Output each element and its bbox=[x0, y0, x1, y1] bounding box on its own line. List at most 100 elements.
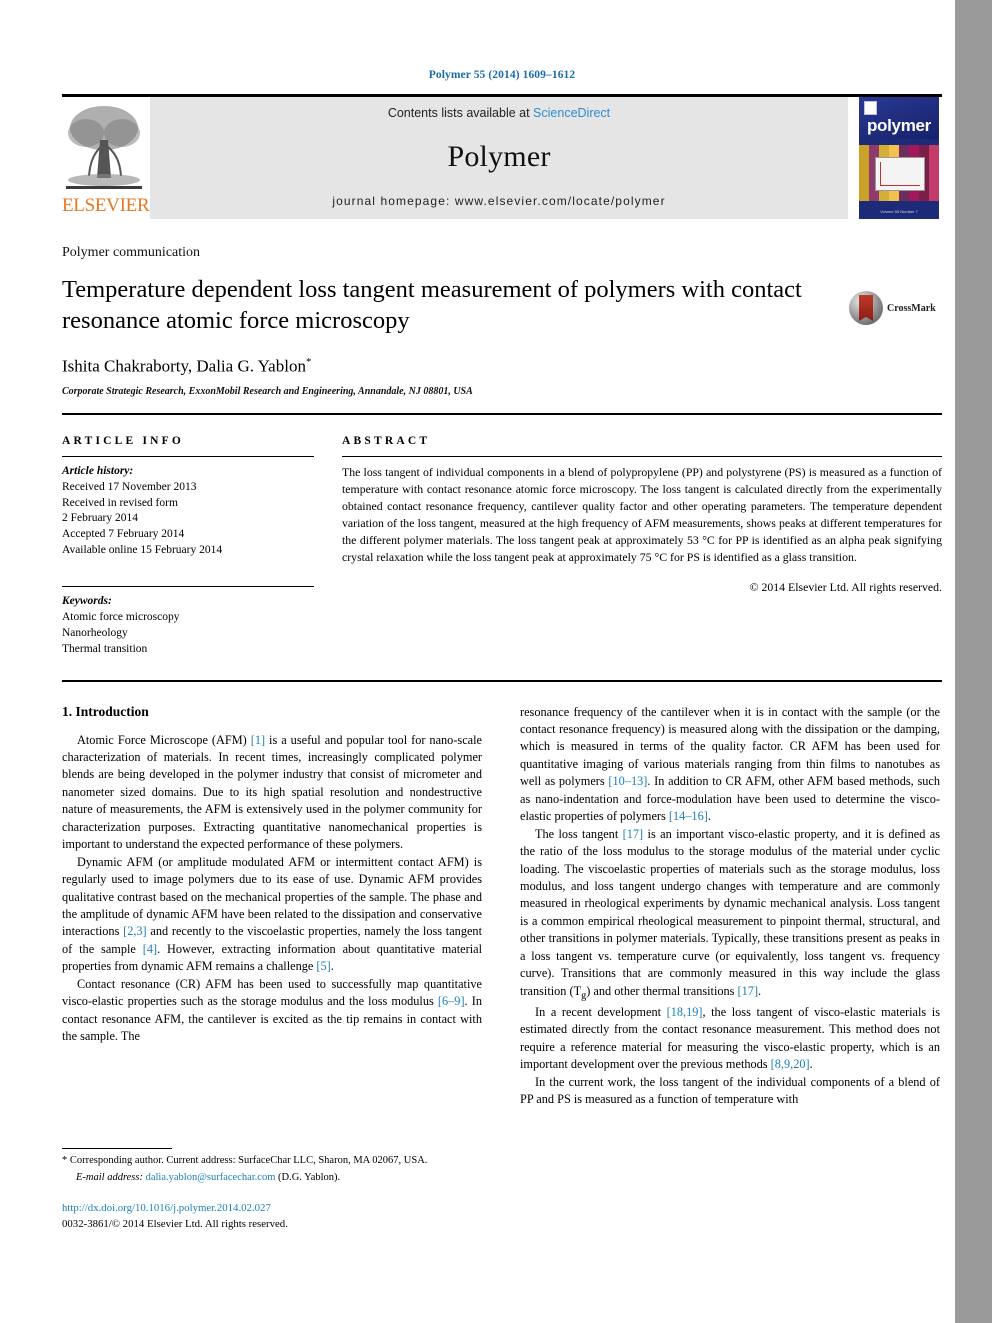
email-note: E-mail address: dalia.yablon@surfacechar… bbox=[62, 1171, 482, 1186]
keywords-rule bbox=[62, 586, 314, 588]
text-run: In the current work, the loss tangent of… bbox=[520, 1074, 940, 1107]
text-run: . bbox=[809, 1057, 813, 1072]
crossmark-icon bbox=[849, 291, 883, 325]
masthead-center: Contents lists available at ScienceDirec… bbox=[150, 97, 848, 219]
body-column-left: 1. Introduction Atomic Force Microscope … bbox=[62, 704, 482, 1109]
history-item: Received in revised form bbox=[62, 496, 178, 509]
footnote-area: * Corresponding author. Current address:… bbox=[62, 1148, 482, 1233]
text-run: is a useful and popular tool for nano-sc… bbox=[62, 732, 482, 852]
history-item: Accepted 7 February 2014 bbox=[62, 528, 185, 541]
article-info-heading: ARTICLE INFO bbox=[62, 434, 185, 447]
cover-art: polymer Volume 55 Number 7 bbox=[859, 97, 939, 219]
citation-link[interactable]: [1] bbox=[251, 733, 265, 747]
author-list: Ishita Chakraborty, Dalia G. Yablon* bbox=[62, 356, 942, 377]
keyword-item: Atomic force microscopy bbox=[62, 610, 180, 623]
keyword-item: Thermal transition bbox=[62, 642, 148, 655]
journal-cover-thumbnail: polymer Volume 55 Number 7 bbox=[854, 97, 942, 219]
citation-link[interactable]: [8,9,20] bbox=[771, 1057, 810, 1071]
journal-homepage-line[interactable]: journal homepage: www.elsevier.com/locat… bbox=[332, 194, 665, 208]
page-title: Temperature dependent loss tangent measu… bbox=[62, 276, 802, 334]
abstract-bottom-rule bbox=[62, 679, 942, 682]
citation-link[interactable]: [17] bbox=[623, 827, 644, 841]
author-names: Ishita Chakraborty, Dalia G. Yablon bbox=[62, 356, 306, 376]
journal-masthead: ELSEVIER Contents lists available at Sci… bbox=[62, 97, 942, 219]
abstract-heading: ABSTRACT bbox=[342, 434, 431, 447]
text-run: Atomic Force Microscope (AFM) bbox=[77, 732, 251, 747]
affiliation: Corporate Strategic Research, ExxonMobil… bbox=[62, 385, 473, 397]
page-content: Polymer 55 (2014) 1609–1612 ELSEVIER Con… bbox=[62, 0, 942, 1108]
running-head: Polymer 55 (2014) 1609–1612 bbox=[428, 69, 576, 81]
article-info-column: ARTICLE INFO Article history: Received 1… bbox=[62, 435, 314, 658]
doi-link[interactable]: http://dx.doi.org/10.1016/j.polymer.2014… bbox=[62, 1201, 482, 1217]
corresponding-author-marker: * bbox=[305, 356, 312, 369]
issn-copyright-line: 0032-3861/© 2014 Elsevier Ltd. All right… bbox=[62, 1218, 288, 1231]
abstract-copyright: © 2014 Elsevier Ltd. All rights reserved… bbox=[749, 579, 942, 594]
body-paragraph: Atomic Force Microscope (AFM) [1] is a u… bbox=[62, 732, 482, 854]
body-paragraph: The loss tangent [17] is an important vi… bbox=[520, 826, 940, 1004]
article-history-label: Article history: bbox=[62, 464, 134, 477]
body-paragraph: Contact resonance (CR) AFM has been used… bbox=[62, 976, 482, 1046]
history-item: Received 17 November 2013 bbox=[62, 480, 197, 493]
text-run: ) and other thermal transitions bbox=[586, 983, 738, 998]
text-run: . bbox=[707, 809, 711, 824]
email-label: E-mail address: bbox=[76, 1171, 143, 1183]
citation-link[interactable]: [18,19] bbox=[667, 1005, 703, 1019]
citation-link[interactable]: [4] bbox=[143, 942, 157, 956]
cover-figure-inset bbox=[875, 157, 925, 191]
footnote-rule bbox=[62, 1148, 172, 1149]
corresponding-text: Corresponding author. Current address: S… bbox=[67, 1155, 428, 1166]
section-heading-introduction: 1. Introduction bbox=[62, 703, 149, 719]
body-paragraph: resonance frequency of the cantilever wh… bbox=[520, 704, 940, 826]
crossmark-book-icon bbox=[859, 295, 873, 321]
corresponding-author-note: * Corresponding author. Current address:… bbox=[62, 1154, 482, 1169]
body-paragraph: Dynamic AFM (or amplitude modulated AFM … bbox=[62, 854, 482, 976]
cover-footer-text: Volume 55 Number 7 bbox=[880, 209, 918, 214]
text-run: is an important visco-elastic property, … bbox=[520, 826, 941, 998]
citation-link[interactable]: [5] bbox=[316, 959, 330, 973]
email-owner: (D.G. Yablon). bbox=[278, 1171, 341, 1183]
citation-link[interactable]: [10–13] bbox=[608, 774, 647, 788]
text-run: In a recent development bbox=[535, 1004, 667, 1019]
abstract-column: ABSTRACT The loss tangent of individual … bbox=[342, 435, 942, 658]
text-run: . bbox=[758, 983, 762, 998]
history-item: 2 February 2014 bbox=[62, 512, 139, 525]
body-column-right: resonance frequency of the cantilever wh… bbox=[520, 704, 940, 1109]
article-section-type: Polymer communication bbox=[62, 245, 201, 260]
body-columns: 1. Introduction Atomic Force Microscope … bbox=[62, 704, 942, 1109]
elsevier-tree-icon bbox=[64, 100, 144, 192]
crossmark-label: CrossMark bbox=[887, 302, 936, 314]
keywords-block: Keywords: Atomic force microscopy Nanorh… bbox=[62, 594, 314, 657]
citation-link[interactable]: [17] bbox=[738, 984, 759, 998]
citation-link[interactable]: [6–9] bbox=[438, 994, 465, 1008]
contents-available-line: Contents lists available at ScienceDirec… bbox=[388, 106, 610, 120]
history-item: Available online 15 February 2014 bbox=[62, 544, 223, 557]
cover-corner-mark bbox=[864, 101, 877, 115]
keyword-item: Nanorheology bbox=[62, 626, 128, 639]
elsevier-wordmark: ELSEVIER bbox=[62, 195, 150, 216]
abstract-text: The loss tangent of individual component… bbox=[342, 464, 942, 564]
abstract-rule bbox=[342, 455, 942, 457]
document-page: Polymer 55 (2014) 1609–1612 ELSEVIER Con… bbox=[0, 0, 955, 1323]
text-run: . bbox=[330, 959, 334, 974]
sciencedirect-link[interactable]: ScienceDirect bbox=[533, 106, 610, 120]
contents-prefix: Contents lists available at bbox=[387, 106, 534, 120]
left-column-paragraphs: Atomic Force Microscope (AFM) [1] is a u… bbox=[62, 732, 482, 1046]
article-history: Article history: Received 17 November 20… bbox=[62, 464, 314, 559]
info-top-rule bbox=[62, 412, 942, 415]
keywords-label: Keywords: bbox=[62, 595, 112, 608]
crossmark-badge[interactable]: CrossMark bbox=[849, 288, 945, 328]
email-link[interactable]: dalia.yablon@surfacechar.com bbox=[146, 1172, 276, 1183]
elsevier-logo: ELSEVIER bbox=[62, 97, 150, 219]
journal-title: Polymer bbox=[447, 140, 551, 173]
body-paragraph: In the current work, the loss tangent of… bbox=[520, 1074, 940, 1109]
body-paragraph: In a recent development [18,19], the los… bbox=[520, 1004, 940, 1074]
doi-block: http://dx.doi.org/10.1016/j.polymer.2014… bbox=[62, 1201, 482, 1232]
info-abstract-row: ARTICLE INFO Article history: Received 1… bbox=[62, 435, 942, 658]
article-info-rule bbox=[62, 455, 314, 457]
citation-link[interactable]: [2,3] bbox=[123, 924, 147, 938]
viewer-right-gutter bbox=[955, 0, 992, 1323]
cover-journal-name: polymer bbox=[866, 116, 932, 135]
text-run: The loss tangent bbox=[535, 826, 623, 841]
citation-link[interactable]: [14–16] bbox=[669, 809, 708, 823]
